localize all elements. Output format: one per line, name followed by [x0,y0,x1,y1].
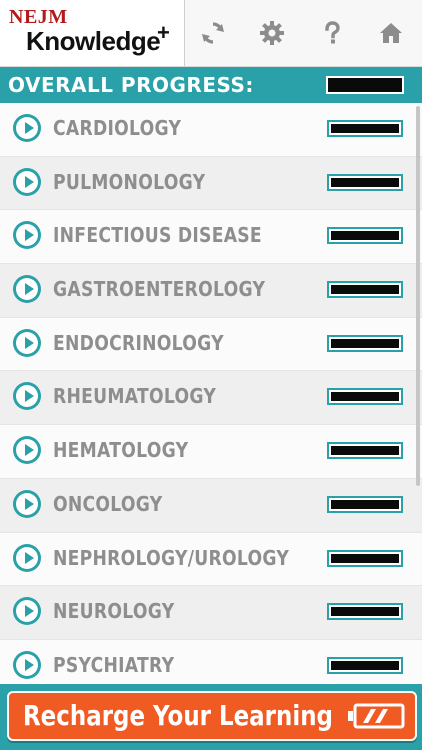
topic-row[interactable]: PSYCHIATRY [0,639,422,683]
gear-icon[interactable] [253,14,291,52]
topic-progress-meter [327,334,403,352]
topic-progress-fill [331,553,399,563]
topic-row[interactable]: CARDIOLOGY [0,103,422,157]
topic-row[interactable]: ONCOLOGY [0,478,422,533]
sync-icon-graphic [202,22,224,44]
topic-label: INFECTIOUS DISEASE [53,223,262,248]
battery-icon [348,703,405,729]
sync-icon[interactable] [194,14,232,52]
topic-progress-meter [327,388,403,406]
topic-progress-meter [327,603,403,621]
scrollbar[interactable] [416,106,420,486]
topic-progress-meter [327,173,403,191]
app-header: NEJM Knowledge + [0,0,422,67]
topic-progress-meter [327,549,403,567]
topic-progress-meter [327,442,403,460]
topic-progress-fill [331,285,399,295]
topic-progress-fill [331,231,399,241]
play-icon[interactable] [13,489,41,518]
home-icon[interactable] [372,14,410,52]
topic-label: RHEUMATOLOGY [53,384,217,409]
play-icon[interactable] [13,275,41,304]
play-icon[interactable] [13,328,41,357]
help-icon[interactable] [313,14,351,52]
play-icon[interactable] [13,167,41,196]
help-icon-graphic [325,21,340,44]
footer: Recharge Your Learning [0,684,422,750]
topic-row[interactable]: INFECTIOUS DISEASE [0,210,422,265]
play-icon[interactable] [13,114,41,142]
recharge-your-learning-button[interactable]: Recharge Your Learning [7,691,417,741]
topic-label: PSYCHIATRY [53,652,175,677]
home-icon-graphic [380,23,402,43]
topic-progress-meter [327,227,403,245]
topic-progress-meter [327,495,403,513]
topic-progress-fill [331,177,399,187]
topic-label: PULMONOLOGY [53,169,206,194]
topic-row[interactable]: ENDOCRINOLOGY [0,317,422,372]
topic-row[interactable]: NEPHROLOGY/UROLOGY [0,532,422,587]
logo-plus: + [157,20,170,45]
overall-progress-label: OVERALL PROGRESS: [8,73,254,97]
topic-list: CARDIOLOGY PULMONOLOGY INFECTIOUS DISEASE G… [0,103,422,683]
topic-progress-fill [331,124,399,133]
overall-progress-meter [326,76,404,94]
logo-title: Knowledge [26,26,161,56]
play-icon[interactable] [13,543,41,572]
play-icon[interactable] [13,221,41,250]
topic-progress-meter [327,281,403,299]
topic-progress-fill [331,338,399,348]
topic-progress-fill [331,499,399,509]
topic-label: CARDIOLOGY [53,116,182,140]
topic-label: NEPHROLOGY/UROLOGY [53,545,290,570]
topic-label: NEUROLOGY [53,599,175,624]
topic-progress-meter [327,120,403,137]
topic-progress-fill [331,660,399,670]
topic-label: GASTROENTEROLOGY [53,277,266,302]
topic-row[interactable]: RHEUMATOLOGY [0,371,422,426]
topic-progress-meter [327,656,403,674]
topic-label: HEMATOLOGY [53,438,189,463]
gear-icon-graphic [260,21,284,45]
play-icon[interactable] [13,382,41,411]
topic-progress-fill [331,446,399,456]
play-icon[interactable] [13,650,41,679]
recharge-label: Recharge Your Learning [23,699,333,732]
topic-progress-fill [331,392,399,402]
play-icon[interactable] [13,597,41,626]
topic-label: ONCOLOGY [53,491,163,516]
topic-row[interactable]: HEMATOLOGY [0,425,422,479]
topic-label: ENDOCRINOLOGY [53,330,224,355]
play-icon[interactable] [13,436,41,465]
overall-progress-bar-row: OVERALL PROGRESS: [0,67,422,103]
topic-progress-fill [331,607,399,617]
topic-row[interactable]: PULMONOLOGY [0,156,422,211]
topic-row[interactable]: GASTROENTEROLOGY [0,264,422,318]
nejm-knowledge-logo: NEJM Knowledge + [0,0,185,66]
topic-row[interactable]: NEUROLOGY [0,586,422,640]
